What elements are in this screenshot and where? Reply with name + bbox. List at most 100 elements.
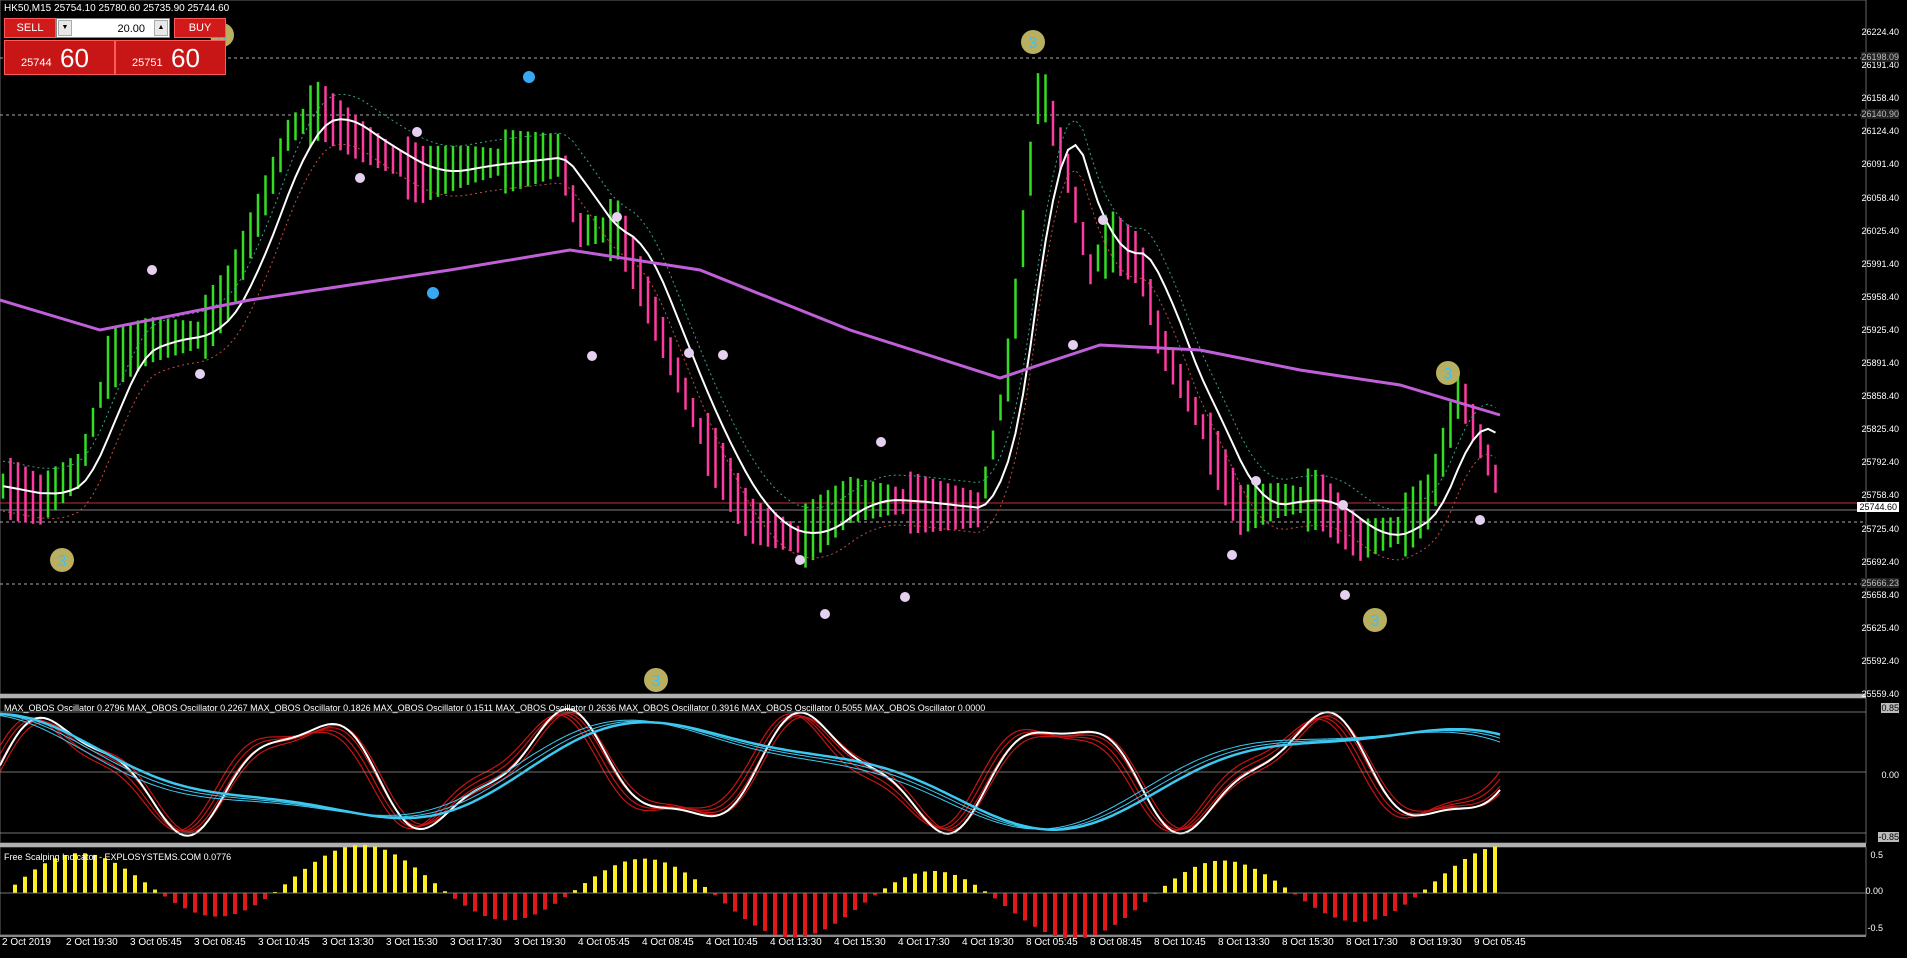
price-axis-label: 26224.40 <box>1861 27 1899 37</box>
time-axis-label: 4 Oct 08:45 <box>642 937 694 948</box>
sell-button[interactable]: SELL <box>4 18 56 38</box>
bid-price-tag: 25744.60 <box>1857 502 1899 512</box>
oscillator-axis-label: 0.85 <box>1881 703 1899 713</box>
price-axis-label: 26025.40 <box>1861 225 1899 236</box>
oscillator-axis-label: 0.00 <box>1881 770 1899 780</box>
signal-marker-small <box>587 351 597 361</box>
time-axis-label: 3 Oct 08:45 <box>194 937 246 948</box>
time-axis-label: 2 Oct 19:30 <box>66 937 118 948</box>
one-click-trading-panel: SELL ▼ ▲ BUY 25744 60 25751 60 <box>4 18 226 75</box>
signal-marker-label: 3 <box>652 673 661 690</box>
level-tag-3: 25666.23 <box>1861 578 1899 588</box>
fast-moving-average <box>2 118 1496 536</box>
time-axis-label: 3 Oct 15:30 <box>386 937 438 948</box>
volume-input[interactable] <box>75 21 145 37</box>
signal-marker-small <box>1251 476 1261 486</box>
panel-separator <box>0 694 1866 698</box>
buy-price-big: 60 <box>171 43 200 73</box>
time-axis-label: 2 Oct 2019 <box>2 937 51 948</box>
time-axis-label: 3 Oct 13:30 <box>322 937 374 948</box>
price-axis-label: 25692.40 <box>1861 556 1899 567</box>
time-axis-label: 4 Oct 10:45 <box>706 937 758 948</box>
signal-marker-small <box>355 173 365 183</box>
price-axis-label: 26091.40 <box>1861 159 1899 170</box>
time-axis-label: 4 Oct 19:30 <box>962 937 1014 948</box>
signal-marker-small <box>1340 590 1350 600</box>
chart-header: HK50,M15 25754.10 25780.60 25735.90 2574… <box>4 3 230 14</box>
price-axis-label: 25559.40 <box>1861 689 1899 699</box>
price-axis-label: 25725.40 <box>1861 523 1899 534</box>
time-axis-label: 9 Oct 05:45 <box>1474 937 1526 948</box>
signal-marker-small <box>195 369 205 379</box>
time-axis-label: 3 Oct 05:45 <box>130 937 182 948</box>
scalping-axis-label: -0.5 <box>1867 923 1883 933</box>
panel-separator <box>0 843 1866 847</box>
time-axis-label: 8 Oct 15:30 <box>1282 937 1334 948</box>
signal-marker-label: 3 <box>1029 35 1038 52</box>
main-panel-frame <box>0 0 1867 695</box>
level-tag-2: 26140.90 <box>1861 109 1899 119</box>
volume-decrease-button[interactable]: ▼ <box>58 20 72 36</box>
price-axis-label: 25758.40 <box>1861 490 1899 501</box>
signal-marker-blue <box>427 287 439 299</box>
oscillator-red-line <box>0 713 1501 832</box>
time-axis-label: 3 Oct 17:30 <box>450 937 502 948</box>
price-chart[interactable]: 333333 <box>0 0 1907 958</box>
price-axis-label: 25891.40 <box>1861 358 1899 368</box>
time-axis-label: 8 Oct 10:45 <box>1154 937 1206 948</box>
volume-increase-button[interactable]: ▲ <box>154 20 168 36</box>
time-axis-label: 8 Oct 08:45 <box>1090 937 1142 948</box>
signal-marker-small <box>1068 340 1078 350</box>
sell-price-box[interactable]: 25744 60 <box>4 40 115 75</box>
scalping-axis-label: 0.5 <box>1870 850 1883 860</box>
signal-marker-blue <box>523 71 535 83</box>
oscillator-axis-label: -0.85 <box>1878 832 1899 842</box>
price-axis-label: 25858.40 <box>1861 391 1899 402</box>
price-axis-label: 25792.40 <box>1861 457 1899 468</box>
signal-marker-small <box>1475 515 1485 525</box>
signal-marker-small <box>876 437 886 447</box>
signal-marker-label: 3 <box>1371 613 1380 630</box>
time-axis-label: 4 Oct 15:30 <box>834 937 886 948</box>
scalping-axis-label: 0.00 <box>1865 886 1883 896</box>
buy-button[interactable]: BUY <box>174 18 226 38</box>
buy-price-box[interactable]: 25751 60 <box>115 40 226 75</box>
price-axis-label: 25625.40 <box>1861 622 1899 633</box>
signal-marker-small <box>900 592 910 602</box>
signal-marker-small <box>684 348 694 358</box>
price-axis-label: 26158.40 <box>1861 93 1899 104</box>
signal-marker-small <box>1338 500 1348 510</box>
signal-marker-small <box>147 265 157 275</box>
signal-marker-small <box>718 350 728 360</box>
time-axis-label: 3 Oct 10:45 <box>258 937 310 948</box>
price-axis-label: 25925.40 <box>1861 324 1899 335</box>
signal-marker-small <box>612 212 622 222</box>
time-axis-label: 8 Oct 13:30 <box>1218 937 1270 948</box>
time-axis-label: 8 Oct 19:30 <box>1410 937 1462 948</box>
sell-price-small: 25744 <box>21 57 52 69</box>
sell-price-big: 60 <box>60 43 89 73</box>
price-axis-label: 25958.40 <box>1861 291 1899 302</box>
time-axis-label: 8 Oct 17:30 <box>1346 937 1398 948</box>
time-axis-label: 8 Oct 05:45 <box>1026 937 1078 948</box>
signal-marker-small <box>820 609 830 619</box>
price-axis-label: 25825.40 <box>1861 424 1899 435</box>
price-axis-label: 25592.40 <box>1861 655 1899 666</box>
level-tag-1: 26198.09 <box>1861 52 1899 62</box>
signal-marker-small <box>1227 550 1237 560</box>
time-axis-label: 4 Oct 05:45 <box>578 937 630 948</box>
scalping-header: Free Scalping Indicator - EXPLOSYSTEMS.C… <box>4 852 232 862</box>
price-axis-label: 26124.40 <box>1861 126 1899 137</box>
volume-control: ▼ ▲ <box>56 18 170 38</box>
oscillator-header: MAX_OBOS Oscillator 0.2796 MAX_OBOS Osci… <box>4 703 986 713</box>
signal-marker-small <box>412 127 422 137</box>
signal-marker-small <box>795 555 805 565</box>
buy-price-small: 25751 <box>132 57 163 69</box>
price-axis-label: 26058.40 <box>1861 192 1899 203</box>
slow-moving-average <box>0 248 1501 417</box>
price-axis-label: 25658.40 <box>1861 589 1899 600</box>
signal-marker-label: 3 <box>1444 366 1453 383</box>
signal-marker-label: 3 <box>58 553 67 570</box>
time-axis-label: 4 Oct 17:30 <box>898 937 950 948</box>
price-axis-label: 25991.40 <box>1861 258 1899 269</box>
